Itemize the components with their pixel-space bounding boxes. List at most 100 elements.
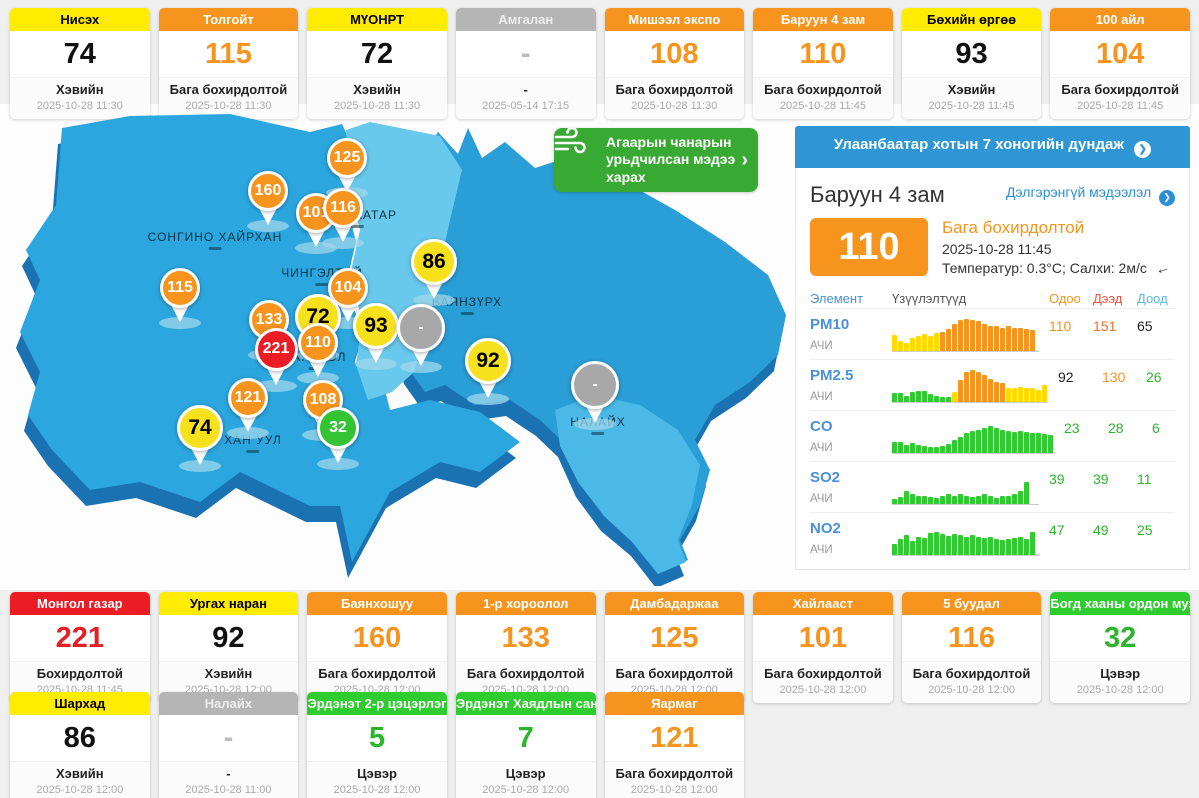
station-aqi-value: 108 bbox=[604, 31, 745, 77]
station-card[interactable]: Эрдэнэт 2-р цэцэрлэг 5 Цэвэр 2025-10-28 … bbox=[307, 692, 447, 798]
map-marker[interactable]: 32 bbox=[317, 407, 359, 470]
station-card[interactable]: Ургах наран 92 Хэвийн 2025-10-28 12:00 bbox=[158, 592, 299, 703]
station-card[interactable]: Толгойт 115 Бага бохирдолтой 2025-10-28 … bbox=[158, 8, 299, 119]
details-link[interactable]: Дэлгэрэнгүй мэдээлэл ❯ bbox=[1006, 184, 1175, 206]
station-status: Бага бохирдолтой bbox=[1061, 82, 1179, 97]
map-marker[interactable]: 115 bbox=[159, 268, 201, 329]
station-name: Толгойт bbox=[158, 8, 299, 31]
pollutant-name: PM10 bbox=[810, 316, 850, 333]
station-aqi-value: 7 bbox=[455, 715, 596, 761]
station-card[interactable]: Бөхийн өргөө 93 Хэвийн 2025-10-28 11:45 bbox=[901, 8, 1042, 119]
spark-bar bbox=[1036, 433, 1041, 453]
map-marker[interactable]: 93 bbox=[353, 303, 399, 370]
station-card[interactable]: Монгол газар 221 Бохирдолтой 2025-10-28 … bbox=[10, 592, 150, 703]
station-card[interactable]: Налайх - - 2025-10-28 11:00 bbox=[158, 692, 299, 798]
spark-bar bbox=[1000, 328, 1005, 351]
spark-bar bbox=[928, 533, 933, 555]
bottom-station-cards-row1: Монгол газар 221 Бохирдолтой 2025-10-28 … bbox=[10, 592, 1190, 703]
spark-bar bbox=[976, 321, 981, 351]
map-marker[interactable]: 125 bbox=[326, 138, 368, 199]
weather-line: Температур: 0.3°C; Салхи: 2м/с ← bbox=[942, 258, 1172, 279]
station-card[interactable]: Шархад 86 Хэвийн 2025-10-28 12:00 bbox=[10, 692, 150, 798]
spark-bar bbox=[946, 494, 951, 504]
forecast-button[interactable]: Агаарын чанарын урьдчилсан мэдээ харах › bbox=[554, 128, 758, 192]
station-status: Хэвийн bbox=[947, 82, 996, 97]
forecast-button-label: Агаарын чанарын урьдчилсан мэдээ харах bbox=[606, 133, 736, 185]
spark-bar bbox=[940, 397, 945, 402]
station-name: Богд хааны ордон музей bbox=[1050, 592, 1190, 615]
map-marker[interactable]: 160 bbox=[247, 171, 289, 232]
spark-bar bbox=[988, 326, 993, 351]
spark-bar bbox=[1000, 383, 1005, 402]
station-card[interactable]: Амгалан - - 2025-05-14 17:15 bbox=[455, 8, 596, 119]
station-timestamp: 2025-10-28 11:00 bbox=[185, 784, 272, 796]
station-card-footer: Бага бохирдолтой 2025-10-28 11:45 bbox=[1050, 77, 1190, 119]
station-timestamp: 2025-10-28 12:00 bbox=[630, 784, 718, 796]
spark-bar bbox=[946, 329, 951, 351]
station-status: Бага бохирдолтой bbox=[615, 666, 734, 681]
station-card[interactable]: 100 айл 104 Бага бохирдолтой 2025-10-28 … bbox=[1050, 8, 1190, 119]
spark-bar bbox=[1024, 539, 1029, 555]
pollutant-sparkline bbox=[892, 367, 1048, 403]
station-card[interactable]: Дамбадаржаа 125 Бага бохирдолтой 2025-10… bbox=[604, 592, 745, 703]
station-card-footer: Цэвэр 2025-10-28 12:00 bbox=[455, 761, 596, 798]
marker-aqi-value: 86 bbox=[411, 239, 457, 285]
station-status: Бага бохирдолтой bbox=[764, 666, 882, 681]
air-quality-dashboard: Нисэх 74 Хэвийн 2025-10-28 11:30 Толгойт… bbox=[0, 0, 1199, 798]
map-marker[interactable]: 121 bbox=[227, 378, 269, 439]
spark-bar bbox=[1018, 387, 1023, 402]
map-marker[interactable]: 74 bbox=[177, 405, 223, 472]
spark-bar bbox=[1042, 385, 1047, 402]
pollutant-max-value: 39 bbox=[1093, 471, 1109, 487]
map-marker[interactable]: 221 bbox=[254, 327, 298, 392]
station-card[interactable]: Баянхошуу 160 Бага бохирдолтой 2025-10-2… bbox=[307, 592, 447, 703]
pollutant-max-value: 28 bbox=[1108, 420, 1124, 436]
station-card[interactable]: 5 буудал 116 Бага бохирдолтой 2025-10-28… bbox=[901, 592, 1042, 703]
station-aqi-value: 72 bbox=[307, 31, 447, 77]
map-marker[interactable]: 110 bbox=[297, 323, 339, 384]
station-card[interactable]: МҮОНРТ 72 Хэвийн 2025-10-28 11:30 bbox=[307, 8, 447, 119]
station-status: Бага бохирдолтой bbox=[318, 666, 436, 681]
station-card[interactable]: 1-р хороолол 133 Бага бохирдолтой 2025-1… bbox=[455, 592, 596, 703]
spark-bar bbox=[964, 496, 969, 504]
spark-bar bbox=[922, 446, 927, 453]
station-card[interactable]: Яармаг 121 Бага бохирдолтой 2025-10-28 1… bbox=[604, 692, 745, 798]
spark-bar bbox=[952, 496, 957, 504]
spark-bar bbox=[970, 370, 975, 402]
spark-bar bbox=[916, 496, 921, 504]
spark-bar bbox=[958, 535, 963, 555]
spark-bar bbox=[904, 343, 909, 351]
spark-bar bbox=[958, 494, 963, 504]
station-aqi-value: 93 bbox=[901, 31, 1042, 77]
panel-title-bar[interactable]: Улаанбаатар хотын 7 хоногийн дундаж ❯ bbox=[795, 126, 1190, 168]
spark-bar bbox=[982, 428, 987, 453]
station-card[interactable]: Нисэх 74 Хэвийн 2025-10-28 11:30 bbox=[10, 8, 150, 119]
station-card[interactable]: Хайлааст 101 Бага бохирдолтой 2025-10-28… bbox=[753, 592, 893, 703]
map-marker[interactable]: 116 bbox=[322, 188, 364, 249]
station-aqi-value: 115 bbox=[158, 31, 299, 77]
spark-bar bbox=[976, 430, 981, 453]
spark-bar bbox=[1006, 496, 1011, 504]
station-name: Бөхийн өргөө bbox=[901, 8, 1042, 31]
map-marker[interactable]: - bbox=[571, 361, 619, 430]
map-marker[interactable]: - bbox=[397, 304, 445, 373]
pollutant-min-value: 65 bbox=[1137, 318, 1153, 334]
pollutant-now-value: 92 bbox=[1058, 369, 1074, 385]
station-name: Яармаг bbox=[604, 692, 745, 715]
spark-bar bbox=[952, 440, 957, 453]
station-card[interactable]: Богд хааны ордон музей 32 Цэвэр 2025-10-… bbox=[1050, 592, 1190, 703]
station-card[interactable]: Баруун 4 зам 110 Бага бохирдолтой 2025-1… bbox=[753, 8, 893, 119]
spark-bar bbox=[922, 538, 927, 555]
station-card[interactable]: Мишээл экспо 108 Бага бохирдолтой 2025-1… bbox=[604, 8, 745, 119]
spark-bar bbox=[892, 393, 897, 402]
map-marker[interactable]: 92 bbox=[465, 338, 511, 405]
spark-bar bbox=[928, 336, 933, 351]
station-status: Хэвийн bbox=[55, 766, 104, 781]
station-card[interactable]: Эрдэнэт Хаядлын сан 7 Цэвэр 2025-10-28 1… bbox=[455, 692, 596, 798]
station-name: Нисэх bbox=[10, 8, 150, 31]
spark-bar bbox=[946, 444, 951, 453]
map-marker[interactable]: 86 bbox=[411, 239, 457, 306]
pollutant-sparkline bbox=[892, 520, 1039, 556]
spark-bar bbox=[1036, 390, 1041, 402]
station-aqi-value: 125 bbox=[604, 615, 745, 661]
